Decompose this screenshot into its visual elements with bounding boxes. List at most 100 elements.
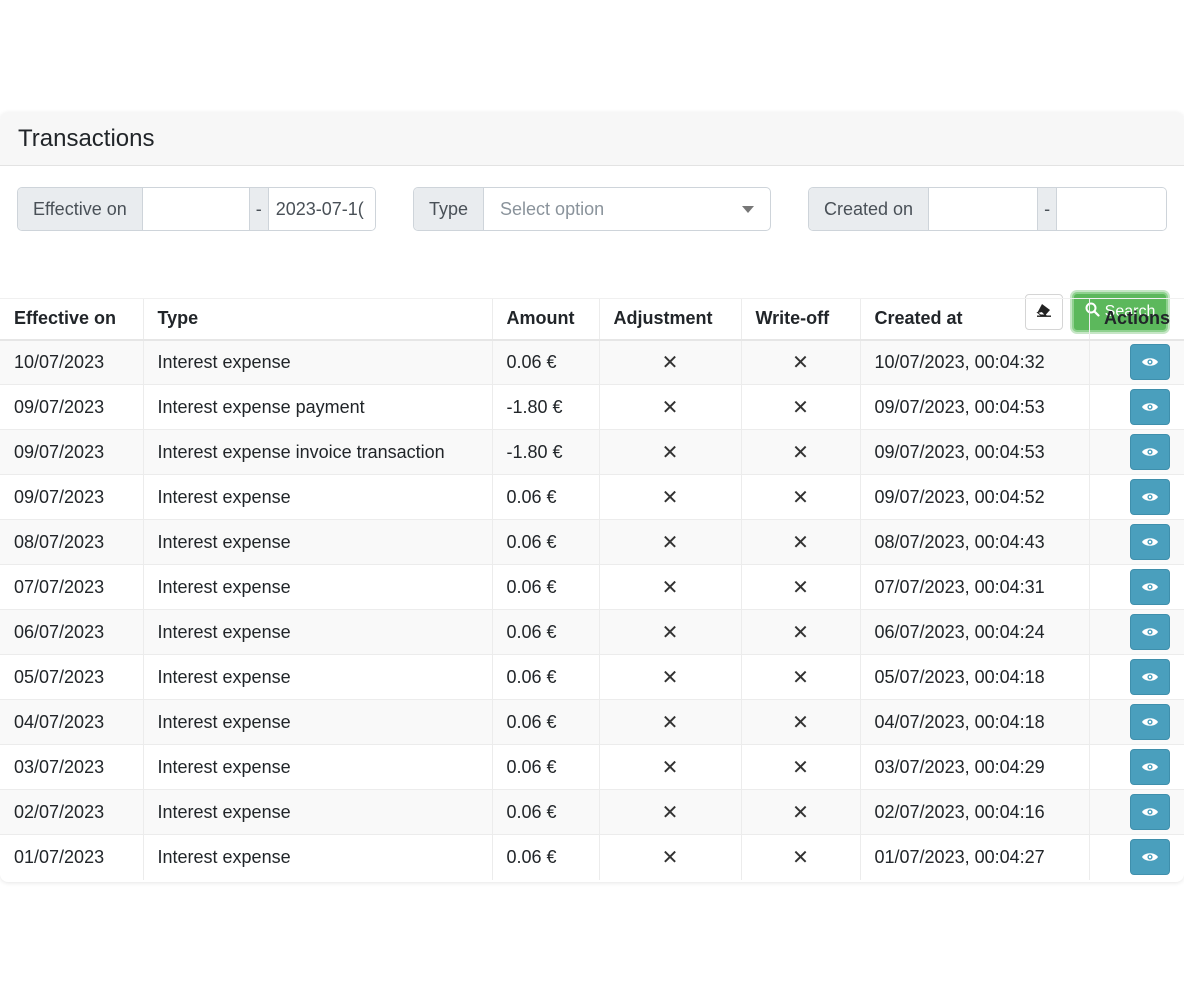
transactions-card: Transactions Effective on - 2023-07-1( T…: [0, 112, 1184, 882]
eye-icon: [1141, 622, 1159, 643]
effective-on-label: Effective on: [18, 188, 143, 230]
cell-amount: 0.06 €: [491, 654, 599, 700]
cell-adjustment: ✕: [598, 519, 741, 565]
cell-amount: 0.06 €: [491, 699, 599, 745]
cell-actions: [1088, 429, 1184, 475]
table-row: 02/07/2023 Interest expense 0.06 € ✕ ✕ 02/07/…: [0, 789, 1184, 835]
view-button[interactable]: [1130, 524, 1170, 560]
cell-amount: 0.06 €: [491, 519, 599, 565]
cell-effective-on: 05/07/2023: [0, 654, 143, 700]
view-button[interactable]: [1130, 389, 1170, 425]
view-button[interactable]: [1130, 794, 1170, 830]
cell-type: Interest expense: [142, 789, 492, 835]
cell-amount: 0.06 €: [491, 789, 599, 835]
cell-actions: [1088, 564, 1184, 610]
cell-amount: 0.06 €: [491, 564, 599, 610]
effective-on-from-input[interactable]: [142, 188, 249, 230]
effective-on-separator: -: [248, 188, 269, 230]
cell-type: Interest expense: [142, 654, 492, 700]
cell-write-off: ✕: [740, 744, 860, 790]
cell-actions: [1088, 609, 1184, 655]
cell-type: Interest expense: [142, 609, 492, 655]
created-on-filter: Created on -: [808, 187, 1167, 231]
table-row: 06/07/2023 Interest expense 0.06 € ✕ ✕ 06/07/…: [0, 609, 1184, 655]
table-header-row: Effective on Type Amount Adjustment Writ…: [0, 298, 1184, 341]
cell-actions: [1088, 519, 1184, 565]
col-effective-on: Effective on: [0, 298, 143, 341]
eye-icon: [1141, 847, 1159, 868]
table-row: 07/07/2023 Interest expense 0.06 € ✕ ✕ 07/07/…: [0, 564, 1184, 610]
cell-type: Interest expense: [142, 744, 492, 790]
cell-type: Interest expense: [142, 834, 492, 880]
eye-icon: [1141, 712, 1159, 733]
table-row: 03/07/2023 Interest expense 0.06 € ✕ ✕ 03/07/…: [0, 744, 1184, 790]
cell-actions: [1088, 834, 1184, 880]
created-on-from-input[interactable]: [929, 188, 1038, 230]
cell-write-off: ✕: [740, 564, 860, 610]
table-row: 09/07/2023 Interest expense payment -1.80 …: [0, 384, 1184, 430]
created-on-to-input[interactable]: [1057, 188, 1166, 230]
cell-adjustment: ✕: [598, 564, 741, 610]
cell-created-at: 09/07/2023, 00:04:53: [859, 384, 1089, 430]
cell-write-off: ✕: [740, 609, 860, 655]
col-adjustment: Adjustment: [598, 298, 741, 341]
cell-type: Interest expense: [142, 699, 492, 745]
type-select-placeholder: Select option: [500, 198, 605, 219]
cell-effective-on: 06/07/2023: [0, 609, 143, 655]
cell-actions: [1088, 384, 1184, 430]
view-button[interactable]: [1130, 434, 1170, 470]
created-on-label: Created on: [809, 188, 930, 230]
cell-amount: -1.80 €: [491, 384, 599, 430]
cell-actions: [1088, 654, 1184, 700]
effective-on-to-input[interactable]: 2023-07-1(: [268, 188, 375, 230]
effective-on-filter: Effective on - 2023-07-1(: [17, 187, 376, 231]
cell-adjustment: ✕: [598, 339, 741, 385]
eye-icon: [1141, 442, 1159, 463]
type-label: Type: [414, 188, 485, 230]
card-header: Transactions: [0, 112, 1184, 166]
cell-effective-on: 09/07/2023: [0, 384, 143, 430]
view-button[interactable]: [1130, 839, 1170, 876]
col-type: Type: [142, 298, 492, 341]
cell-write-off: ✕: [740, 699, 860, 745]
cell-type: Interest expense payment: [142, 384, 492, 430]
eye-icon: [1141, 577, 1159, 598]
filters-bar: Effective on - 2023-07-1( Type Select op…: [0, 166, 1184, 332]
page-title: Transactions: [18, 124, 155, 152]
transactions-table: Effective on Type Amount Adjustment Writ…: [0, 298, 1184, 880]
cell-effective-on: 02/07/2023: [0, 789, 143, 835]
cell-write-off: ✕: [740, 429, 860, 475]
cell-type: Interest expense: [142, 519, 492, 565]
cell-write-off: ✕: [740, 339, 860, 385]
cell-effective-on: 01/07/2023: [0, 834, 143, 880]
cell-adjustment: ✕: [598, 834, 741, 880]
cell-amount: 0.06 €: [491, 834, 599, 880]
cell-type: Interest expense: [142, 339, 492, 385]
cell-actions: [1088, 789, 1184, 835]
type-select[interactable]: Select option: [484, 188, 770, 230]
cell-amount: 0.06 €: [491, 474, 599, 520]
chevron-down-icon: [742, 205, 754, 213]
cell-created-at: 09/07/2023, 00:04:53: [859, 429, 1089, 475]
cell-write-off: ✕: [740, 384, 860, 430]
cell-type: Interest expense: [142, 474, 492, 520]
col-write-off: Write-off: [740, 298, 860, 341]
view-button[interactable]: [1130, 479, 1170, 515]
cell-adjustment: ✕: [598, 609, 741, 655]
cell-effective-on: 09/07/2023: [0, 429, 143, 475]
col-amount: Amount: [491, 298, 599, 341]
view-button[interactable]: [1130, 659, 1170, 695]
cell-write-off: ✕: [740, 474, 860, 520]
view-button[interactable]: [1130, 749, 1170, 785]
view-button[interactable]: [1130, 704, 1170, 740]
view-button[interactable]: [1130, 569, 1170, 605]
cell-created-at: 05/07/2023, 00:04:18: [859, 654, 1089, 700]
view-button[interactable]: [1130, 614, 1170, 650]
cell-actions: [1088, 339, 1184, 385]
cell-adjustment: ✕: [598, 654, 741, 700]
cell-created-at: 04/07/2023, 00:04:18: [859, 699, 1089, 745]
cell-write-off: ✕: [740, 789, 860, 835]
eye-icon: [1141, 397, 1159, 418]
eye-icon: [1141, 667, 1159, 688]
view-button[interactable]: [1130, 344, 1170, 381]
